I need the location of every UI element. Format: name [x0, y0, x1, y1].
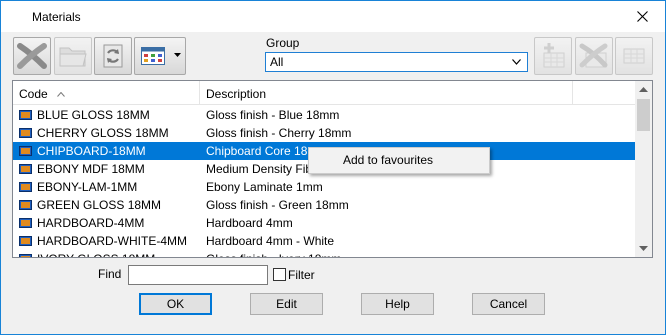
cell-code: GREEN GLOSS 18MM [37, 198, 162, 212]
refresh-icon [103, 44, 123, 68]
cell-code: CHIPBOARD-18MM [37, 144, 146, 158]
material-icon [19, 218, 32, 228]
column-header-empty [573, 81, 635, 105]
cell-code: BLUE GLOSS 18MM [37, 108, 150, 122]
chevron-down-icon [174, 53, 181, 57]
cell-code: HARDBOARD-4MM [37, 216, 145, 230]
table-row[interactable]: GREEN GLOSS 18MM Gloss finish - Green 18m… [13, 196, 635, 214]
sort-ascending-icon [57, 92, 65, 97]
view-mode-dropdown[interactable] [134, 37, 186, 75]
group-select[interactable]: All [265, 52, 528, 72]
scrollbar-thumb[interactable] [637, 99, 650, 131]
open-folder-button[interactable] [54, 37, 92, 75]
cell-code: HARDBOARD-WHITE-4MM [37, 234, 187, 248]
material-icon [19, 236, 32, 246]
filter-label[interactable]: Filter [288, 268, 315, 282]
cell-description: Hardboard 4mm [206, 216, 293, 230]
material-icon [19, 110, 32, 120]
filter-checkbox[interactable] [273, 268, 286, 281]
cancel-button[interactable]: Cancel [472, 293, 545, 315]
material-icon [19, 164, 32, 174]
add-item-button[interactable] [534, 37, 572, 75]
window-title: Materials [32, 10, 81, 24]
context-menu: Add to favourites [308, 147, 490, 174]
edit-grid-icon [623, 48, 645, 64]
chevron-down-icon [512, 59, 521, 65]
cell-description: Gloss finish - Ivory 18mm [206, 250, 341, 257]
delete-button[interactable] [13, 37, 51, 75]
close-button[interactable] [619, 1, 665, 32]
remove-item-button[interactable] [575, 37, 613, 75]
help-button[interactable]: Help [361, 293, 434, 315]
column-header-code[interactable]: Code [13, 81, 200, 105]
list-rows: BLUE GLOSS 18MM Gloss finish - Blue 18mm C… [13, 106, 635, 257]
table-row[interactable]: HARDBOARD-4MM Hardboard 4mm [13, 214, 635, 232]
material-icon [19, 200, 32, 210]
materials-dialog: Materials Group All Code Description BLU… [0, 0, 666, 335]
cell-description: Medium Density Fibre [206, 162, 323, 176]
list-header: Code Description [13, 81, 635, 105]
cell-description: Gloss finish - Cherry 18mm [206, 126, 352, 140]
material-icon [19, 128, 32, 138]
material-icon [19, 254, 32, 257]
material-icon [19, 146, 32, 156]
column-header-description[interactable]: Description [200, 81, 573, 105]
close-icon [636, 11, 648, 22]
edit-button[interactable]: Edit [250, 293, 323, 315]
table-row[interactable]: HARDBOARD-WHITE-4MM Hardboard 4mm - White [13, 232, 635, 250]
scroll-down-icon[interactable] [639, 246, 648, 251]
vertical-scrollbar[interactable] [635, 81, 652, 257]
cell-code: CHERRY GLOSS 18MM [37, 126, 169, 140]
view-grid-icon [141, 47, 165, 65]
table-row[interactable]: IVORY GLOSS 18MM Gloss finish - Ivory 18m… [13, 250, 635, 257]
cell-description: Ebony Laminate 1mm [206, 180, 323, 194]
group-label: Group [266, 36, 300, 50]
table-row[interactable]: BLUE GLOSS 18MM Gloss finish - Blue 18mm [13, 106, 635, 124]
find-label: Find [98, 267, 122, 281]
find-input[interactable] [128, 265, 268, 285]
material-icon [19, 182, 32, 192]
cell-description: Gloss finish - Green 18mm [206, 198, 349, 212]
edit-item-button[interactable] [615, 37, 653, 75]
cell-code: IVORY GLOSS 18MM [37, 250, 155, 257]
add-grid-icon [543, 43, 565, 68]
title-bar: Materials [1, 1, 665, 32]
table-row[interactable]: CHERRY GLOSS 18MM Gloss finish - Cherry 1… [13, 124, 635, 142]
cell-description: Gloss finish - Blue 18mm [206, 108, 340, 122]
ok-button[interactable]: OK [139, 293, 212, 315]
table-row[interactable]: EBONY-LAM-1MM Ebony Laminate 1mm [13, 178, 635, 196]
group-select-value: All [270, 55, 284, 69]
remove-grid-icon [579, 43, 608, 68]
delete-cross-icon [17, 43, 47, 69]
menu-item-add-to-favourites[interactable]: Add to favourites [343, 153, 433, 167]
scroll-up-icon[interactable] [639, 87, 648, 92]
cell-code: EBONY-LAM-1MM [37, 180, 138, 194]
cell-description: Hardboard 4mm - White [206, 234, 335, 248]
refresh-button[interactable] [94, 37, 132, 75]
folder-icon [59, 47, 87, 67]
cell-code: EBONY MDF 18MM [37, 162, 145, 176]
